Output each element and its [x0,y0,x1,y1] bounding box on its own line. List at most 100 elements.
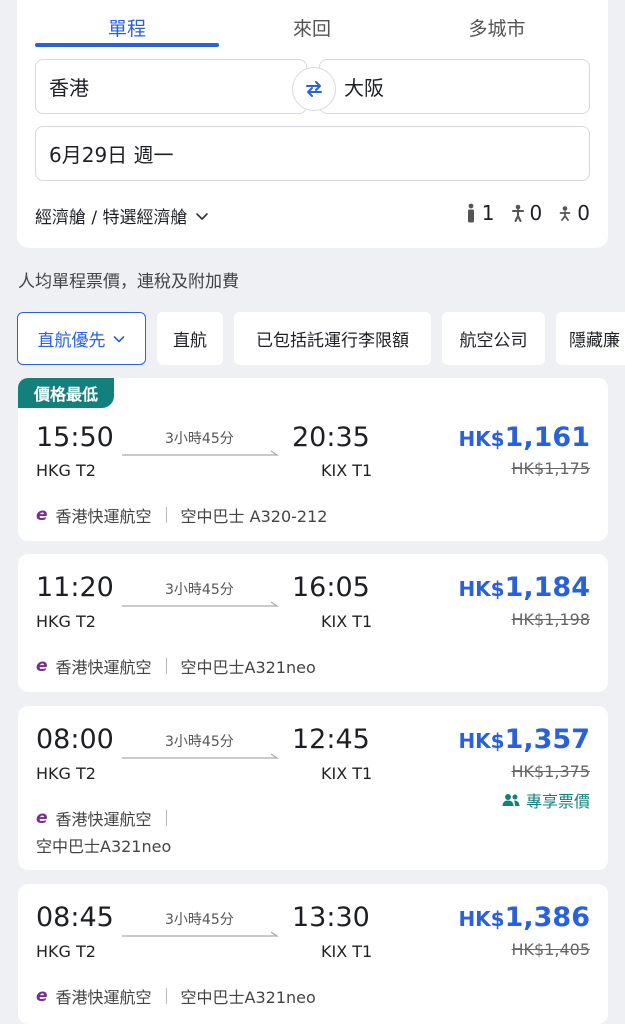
hk-express-logo-icon: e [36,808,48,828]
price-amount: 1,386 [504,902,590,933]
tab-round-trip[interactable]: 來回 [229,14,395,41]
flight-duration: 3小時45分 [165,431,234,447]
hk-express-logo-icon: e [36,986,48,1006]
destination-value: 大阪 [344,76,384,100]
arrival-time: 12:45 [292,724,370,755]
price-amount: 1,184 [504,572,590,603]
airline-info: e 香港快運航空 空中巴士A321neo [36,654,316,678]
price: HK$1,357 [458,724,590,755]
original-price: HK$1,198 [511,610,590,629]
original-price: HK$1,405 [511,940,590,959]
flight-card[interactable]: 價格最低 15:50 HKG T2 3小時45分 20:35 KIX T1 HK… [18,378,608,541]
arrival-time: 20:35 [292,422,370,453]
departure-time: 08:00 [36,724,114,755]
fare-note: 人均單程票價，連稅及附加費 [18,272,239,292]
divider [165,988,167,1004]
original-price: HK$1,375 [511,762,590,781]
flight-card[interactable]: 08:45 HKG T2 3小時45分 13:30 KIX T1 HK$1,38… [18,884,608,1024]
exclusive-fare-tag: 專享票價 [502,788,590,812]
aircraft-model: 空中巴士A321neo [180,658,316,677]
filter-label: 直航優先 [37,331,106,351]
chevron-down-icon [195,212,208,220]
tab-multi-city[interactable]: 多城市 [405,14,589,41]
price-currency: HK$ [458,427,505,451]
infants-count: 0 [558,201,590,225]
departure-time: 11:20 [36,572,114,603]
airline-name: 香港快運航空 [55,507,152,526]
flight-duration: 3小時45分 [165,912,234,928]
children-value: 0 [529,201,543,225]
price: HK$1,184 [458,572,590,603]
flight-card[interactable]: 08:00 HKG T2 3小時45分 12:45 KIX T1 HK$1,35… [18,706,608,870]
departure-time: 08:45 [36,902,114,933]
departure-terminal: HKG T2 [36,942,96,961]
price-amount: 1,161 [504,422,590,453]
date-value: 6月29日 週一 [49,143,174,167]
filter-direct-first[interactable]: 直航優先 [17,312,146,365]
divider [165,507,167,523]
cabin-label: 經濟艙 / 特選經濟艙 [35,208,188,228]
arrival-terminal: KIX T1 [321,461,373,480]
hk-express-logo-icon: e [36,505,48,525]
price: HK$1,386 [458,902,590,933]
origin-field[interactable]: 香港 [35,59,307,114]
filter-label: 已包括託運行李限額 [256,331,409,351]
filter-direct[interactable]: 直航 [157,312,223,365]
adults-count: 1 [465,201,495,225]
children-count: 0 [511,201,543,225]
duration-arrow [122,753,279,759]
adult-icon [467,203,474,223]
hk-express-logo-icon: e [36,656,48,676]
group-users-icon [502,794,520,806]
filter-bar: 直航優先 直航 已包括託運行李限額 航空公司 隱藏廉 [17,312,625,366]
duration-arrow [122,450,279,456]
price-currency: HK$ [458,577,505,601]
price-currency: HK$ [458,729,505,753]
divider [165,810,167,826]
airline-info: e 香港快運航空 空中巴士 A320-212 [36,503,327,527]
filter-hide-budget[interactable]: 隱藏廉 [556,312,625,365]
passenger-selector[interactable]: 1 0 0 [465,201,590,225]
departure-terminal: HKG T2 [36,764,96,783]
adults-value: 1 [481,201,495,225]
airline-info: e 香港快運航空 [36,806,181,830]
departure-terminal: HKG T2 [36,461,96,480]
filter-airline[interactable]: 航空公司 [442,312,545,365]
infant-icon [559,206,571,221]
cabin-selector[interactable]: 經濟艙 / 特選經濟艙 [35,203,210,228]
filter-label: 航空公司 [459,331,528,351]
tab-one-way[interactable]: 單程 [35,14,219,41]
aircraft-model: 空中巴士A321neo [180,988,316,1007]
flight-duration: 3小時45分 [165,734,234,750]
duration-arrow [122,931,279,937]
active-tab-indicator [35,43,219,47]
destination-field[interactable]: 大阪 [319,59,590,114]
arrival-terminal: KIX T1 [321,612,373,631]
arrival-time: 13:30 [292,902,370,933]
airline-name: 香港快運航空 [55,988,152,1007]
divider [165,658,167,674]
lowest-price-badge: 價格最低 [18,378,115,408]
departure-time: 15:50 [36,422,114,453]
filter-label: 隱藏廉 [569,331,620,351]
swap-button[interactable] [292,67,336,111]
infants-value: 0 [577,201,590,225]
arrival-terminal: KIX T1 [321,942,373,961]
filter-baggage-included[interactable]: 已包括託運行李限額 [234,312,431,365]
trip-type-tabs: 單程 來回 多城市 [17,0,608,50]
price: HK$1,161 [458,422,590,453]
search-card: 單程 來回 多城市 香港 大阪 6月29日 週一 經濟艙 / 特選經濟艙 1 0… [17,0,608,248]
price-currency: HK$ [458,907,505,931]
swap-arrows-icon [306,81,322,97]
exclusive-fare-label: 專享票價 [525,792,590,811]
flight-card[interactable]: 11:20 HKG T2 3小時45分 16:05 KIX T1 HK$1,18… [18,554,608,692]
airline-name: 香港快運航空 [55,810,152,829]
price-amount: 1,357 [504,724,590,755]
arrival-time: 16:05 [292,572,370,603]
arrival-terminal: KIX T1 [321,764,373,783]
chevron-down-icon [113,335,124,342]
airline-name: 香港快運航空 [55,658,152,677]
flight-duration: 3小時45分 [165,582,234,598]
original-price: HK$1,175 [511,459,590,478]
date-field[interactable]: 6月29日 週一 [35,126,590,181]
